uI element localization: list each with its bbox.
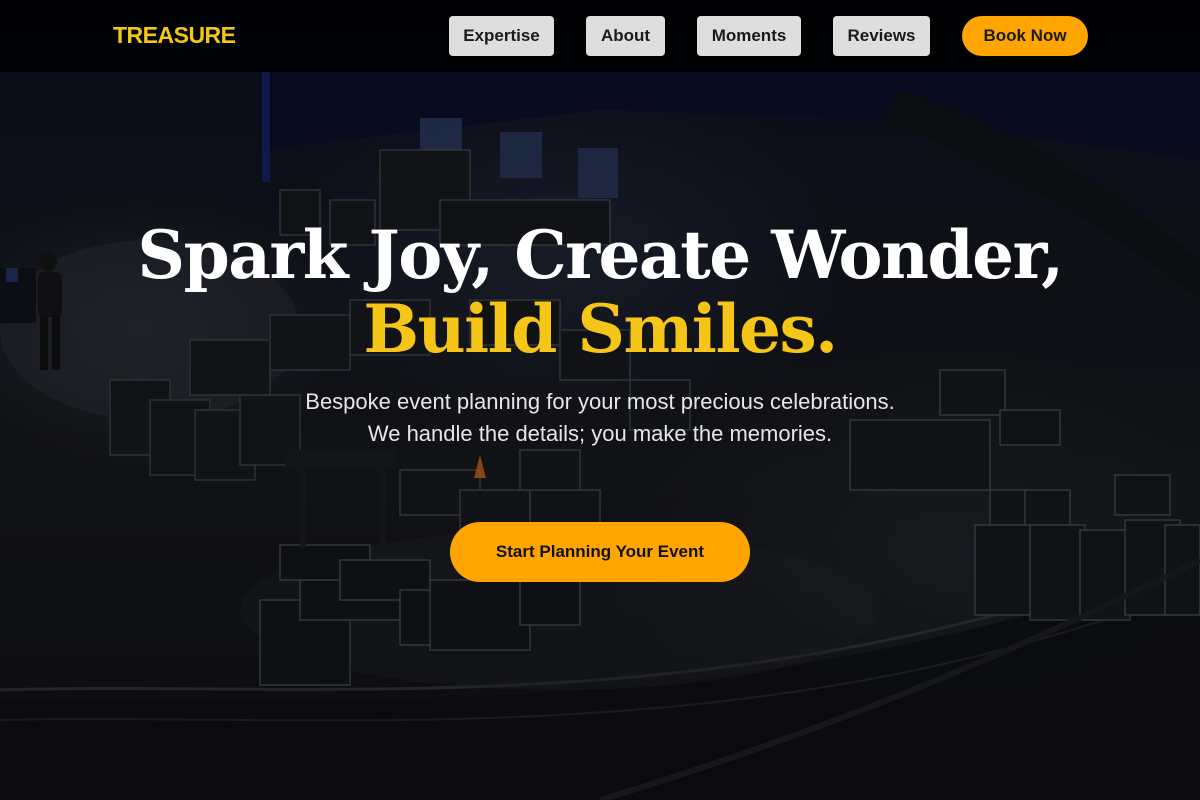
hero-headline-line1: Spark Joy, Create Wonder, <box>137 216 1064 294</box>
nav-reviews-button[interactable]: Reviews <box>833 16 930 56</box>
hero-headline-accent: Build Smiles. <box>363 290 838 368</box>
hero-subtitle: Bespoke event planning for your most pre… <box>305 389 895 446</box>
nav-expertise-button[interactable]: Expertise <box>449 16 554 56</box>
start-planning-button[interactable]: Start Planning Your Event <box>450 522 750 582</box>
book-now-button[interactable]: Book Now <box>962 16 1088 56</box>
nav-about-button[interactable]: About <box>586 16 665 56</box>
top-navbar: TREASURE Expertise About Moments Reviews… <box>0 0 1200 72</box>
hero-headline: Spark Joy, Create Wonder, Build Smiles. <box>0 218 1200 366</box>
brand-logo[interactable]: TREASURE <box>113 22 236 49</box>
nav-moments-button[interactable]: Moments <box>697 16 801 56</box>
